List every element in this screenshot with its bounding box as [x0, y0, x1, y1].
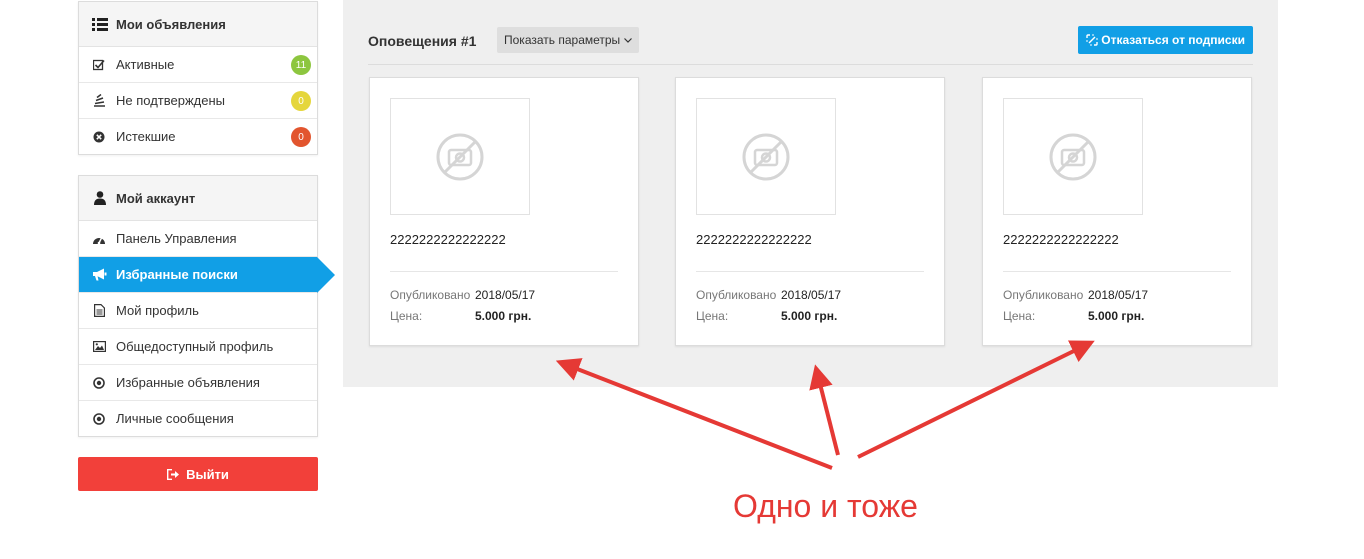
- arrow-middle: [809, 364, 840, 456]
- arrow-right: [857, 340, 1095, 459]
- arrow-left: [555, 358, 833, 470]
- annotation-text: Одно и тоже: [733, 488, 918, 524]
- annotation-arrows: [555, 340, 1095, 470]
